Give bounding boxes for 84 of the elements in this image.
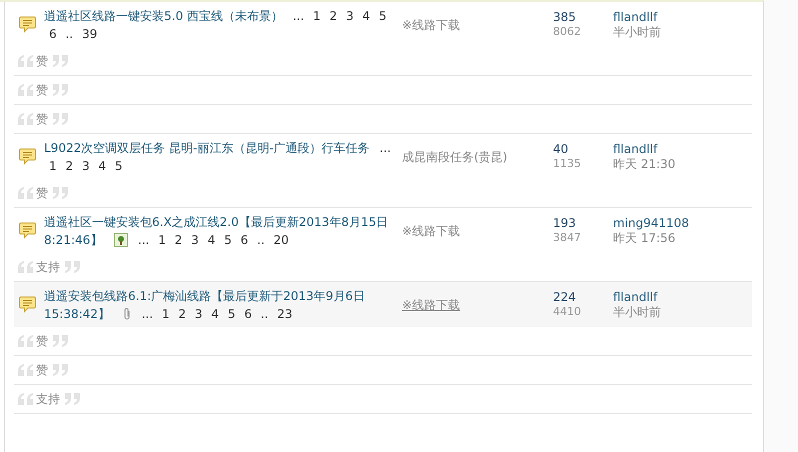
thread-title[interactable]: 逍遥社区线路一键安装5.0 西宝线（未布景） ... 1 2 3 4 5 6 .. 39 (44, 6, 402, 42)
page-link[interactable]: 2 (329, 8, 338, 22)
page-link[interactable]: 3 (346, 8, 354, 22)
comment-icon (19, 148, 36, 165)
page-link[interactable]: 20 (273, 232, 289, 246)
page-link[interactable]: 4 (362, 8, 370, 22)
open-quote-icon (17, 260, 35, 274)
category-link[interactable]: ※线路下载 (402, 224, 460, 238)
page-link[interactable]: 3 (194, 306, 202, 320)
close-quote-icon (63, 392, 81, 406)
author-link[interactable]: fllandllf (613, 10, 658, 25)
page-link[interactable]: ... (138, 232, 150, 246)
thread-title[interactable]: L9022次空调双层任务 昆明-丽江东（昆明-广通段）行车任务 ... 1 2 3 4 5 (44, 138, 402, 174)
reply-text: 支持 (36, 391, 60, 408)
page-link[interactable]: 23 (277, 306, 292, 320)
page-link[interactable]: 2 (178, 306, 186, 320)
page-link[interactable]: .. (65, 26, 74, 40)
page-link[interactable]: 2 (65, 158, 74, 172)
close-quote-icon (63, 260, 81, 274)
post-time: 昨天 17:56 (613, 231, 676, 245)
page-link[interactable]: 5 (228, 306, 236, 320)
page-link[interactable]: 3 (82, 158, 90, 172)
close-quote-icon (51, 112, 69, 126)
author-link[interactable]: fllandllf (613, 290, 658, 305)
thread-title[interactable]: 逍遥社区一键安装包6.X之成江线2.0【最后更新2013年8月15日 8:21:46】 ... 1 2 3 4 5 6 .. 20 (44, 212, 402, 248)
page-link[interactable]: .. (260, 306, 268, 320)
post-time: 半小时前 (613, 305, 661, 319)
page-link[interactable]: 5 (378, 8, 387, 22)
thread-title[interactable]: 逍遥安装包线路6.1:广梅汕线路【最后更新于2013年9月6日 15:38:42】 ... 1 2 3 4 5 6 .. 23 (44, 286, 402, 322)
post-time: 昨天 21:30 (613, 157, 676, 171)
open-quote-icon (17, 112, 35, 126)
page-link[interactable]: 4 (98, 158, 106, 172)
reply-text: 赞 (36, 111, 48, 128)
page-link[interactable]: ... (292, 8, 304, 22)
comment-icon (19, 296, 36, 313)
view-count: 1135 (553, 157, 581, 171)
reply-text: 赞 (36, 53, 48, 70)
page-link[interactable]: 1 (162, 306, 170, 320)
reply-count: 193 (553, 216, 576, 231)
view-count: 3847 (553, 231, 581, 245)
reply-count: 40 (553, 142, 568, 157)
category-link[interactable]: ※线路下载 (402, 18, 460, 32)
page-link[interactable]: 6 (240, 232, 248, 246)
reply-count: 385 (553, 10, 576, 25)
page-link[interactable]: 4 (208, 232, 216, 246)
close-quote-icon (51, 186, 69, 200)
page-link[interactable]: .. (257, 232, 265, 246)
page-link[interactable]: ... (380, 140, 391, 154)
comment-icon (19, 222, 36, 239)
reply-text: 赞 (36, 185, 48, 202)
page-link[interactable]: 6 (49, 26, 57, 40)
comment-icon (19, 16, 36, 33)
open-quote-icon (17, 186, 35, 200)
view-count: 4410 (553, 305, 581, 319)
page-link[interactable]: 3 (191, 232, 199, 246)
reply-text: 赞 (36, 82, 48, 99)
category-link[interactable]: 成昆南段任务(贵昆) (402, 150, 508, 164)
open-quote-icon (17, 334, 35, 348)
reply-count: 224 (553, 290, 576, 305)
author-link[interactable]: fllandllf (613, 142, 658, 157)
open-quote-icon (17, 392, 35, 406)
reply-text: 赞 (36, 362, 48, 379)
open-quote-icon (17, 84, 35, 96)
open-quote-icon (17, 54, 35, 68)
page-link[interactable]: ... (142, 306, 154, 320)
page-link[interactable]: 5 (114, 158, 123, 172)
view-count: 8062 (553, 25, 581, 39)
page-link[interactable]: 2 (174, 232, 182, 246)
close-quote-icon (51, 334, 69, 348)
close-quote-icon (51, 84, 69, 96)
page-link[interactable]: 39 (82, 26, 98, 40)
page-link[interactable]: 6 (244, 306, 252, 320)
page-link[interactable]: 1 (49, 158, 57, 172)
author-link[interactable]: ming941108 (613, 216, 690, 231)
page-link[interactable]: 1 (158, 232, 166, 246)
post-time: 半小时前 (613, 25, 661, 39)
open-quote-icon (17, 364, 35, 376)
page-link[interactable]: 5 (224, 232, 232, 246)
reply-text: 支持 (36, 259, 60, 276)
page-link[interactable]: 1 (313, 8, 321, 22)
reply-text: 赞 (36, 333, 48, 350)
close-quote-icon (51, 364, 69, 376)
page-link[interactable]: 4 (211, 306, 219, 320)
close-quote-icon (51, 54, 69, 68)
